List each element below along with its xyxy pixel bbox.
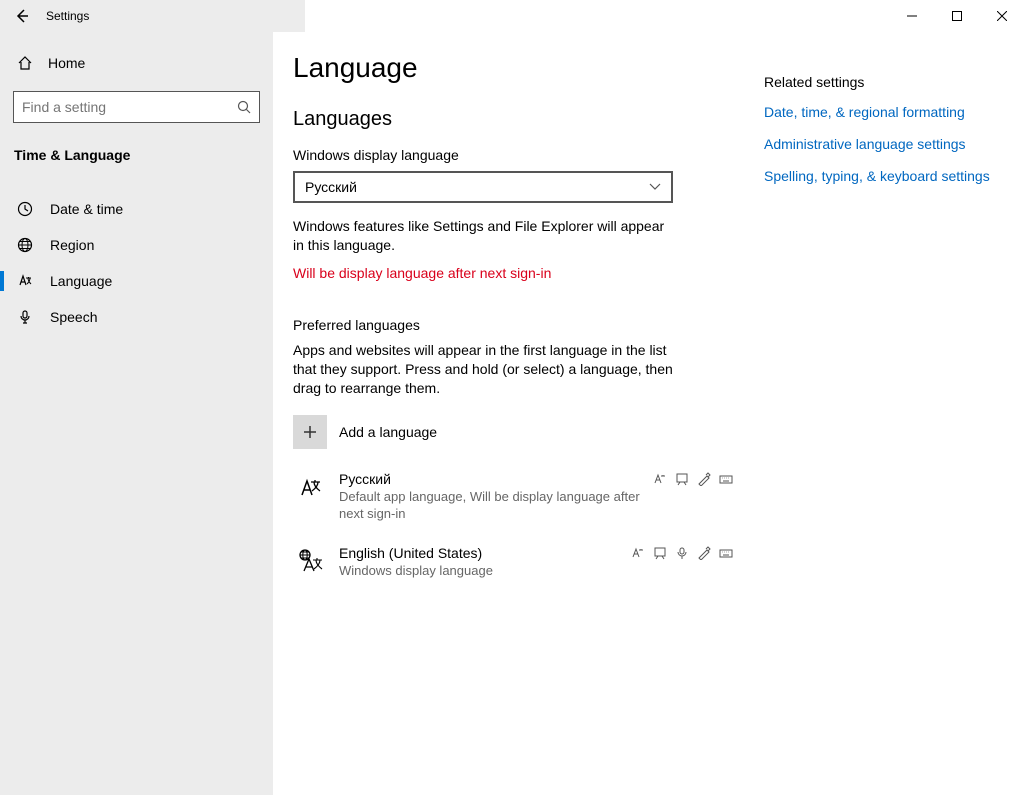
add-language-label: Add a language (339, 424, 437, 440)
speech-recognition-icon (674, 546, 690, 560)
maximize-button[interactable] (934, 0, 979, 32)
languages-heading: Languages (293, 108, 734, 131)
language-glyph-icon (293, 471, 327, 501)
search-icon (237, 100, 251, 114)
chevron-down-icon (649, 183, 661, 191)
sidebar-item-label: Region (50, 237, 94, 253)
search-input-container[interactable] (13, 91, 260, 123)
back-button[interactable] (12, 6, 32, 26)
keyboard-icon (718, 546, 734, 560)
sidebar-item-label: Language (50, 273, 112, 289)
minimize-button[interactable] (889, 0, 934, 32)
home-nav[interactable]: Home (0, 47, 273, 79)
language-name: Русский (339, 471, 391, 487)
window-title: Settings (46, 9, 89, 23)
language-subtitle: Windows display language (339, 563, 659, 580)
add-language-button[interactable]: Add a language (293, 415, 734, 449)
text-to-speech-icon (674, 472, 690, 486)
handwriting-icon (696, 546, 712, 560)
sidebar-item-label: Speech (50, 309, 97, 325)
microphone-icon (16, 309, 34, 325)
keyboard-icon (718, 472, 734, 486)
language-feature-icons (652, 472, 734, 486)
preferred-languages-heading: Preferred languages (293, 317, 734, 333)
language-subtitle: Default app language, Will be display la… (339, 489, 659, 523)
home-label: Home (48, 55, 85, 71)
sidebar-item-region[interactable]: Region (0, 227, 273, 263)
preferred-languages-help: Apps and websites will appear in the fir… (293, 341, 673, 398)
category-title: Time & Language (0, 139, 273, 171)
display-language-notice: Will be display language after next sign… (293, 265, 734, 281)
sidebar-item-label: Date & time (50, 201, 123, 217)
plus-icon (293, 415, 327, 449)
language-pack-icon (630, 546, 646, 560)
display-language-dropdown[interactable]: Русский (293, 171, 673, 203)
text-to-speech-icon (652, 546, 668, 560)
handwriting-icon (696, 472, 712, 486)
language-icon (16, 273, 34, 289)
language-pack-icon (652, 472, 668, 486)
language-item[interactable]: English (United States) Windows display … (293, 545, 734, 580)
related-settings-title: Related settings (764, 74, 994, 90)
globe-icon (16, 237, 34, 253)
page-title: Language (293, 52, 734, 84)
language-glyph-icon (293, 545, 327, 575)
search-input[interactable] (22, 99, 231, 115)
sidebar-item-speech[interactable]: Speech (0, 299, 273, 335)
home-icon (16, 55, 34, 71)
display-language-help: Windows features like Settings and File … (293, 217, 673, 255)
sidebar-item-language[interactable]: Language (0, 263, 273, 299)
language-item[interactable]: Русский Default app language, Will be di… (293, 471, 734, 523)
language-name: English (United States) (339, 545, 482, 561)
display-language-label: Windows display language (293, 147, 734, 163)
sidebar-item-date-time[interactable]: Date & time (0, 191, 273, 227)
related-link-admin-language[interactable]: Administrative language settings (764, 136, 994, 152)
related-link-date-time-regional[interactable]: Date, time, & regional formatting (764, 104, 994, 120)
clock-icon (16, 201, 34, 217)
display-language-value: Русский (305, 179, 357, 195)
related-link-spelling-typing[interactable]: Spelling, typing, & keyboard settings (764, 168, 994, 184)
close-button[interactable] (979, 0, 1024, 32)
language-feature-icons (630, 546, 734, 560)
